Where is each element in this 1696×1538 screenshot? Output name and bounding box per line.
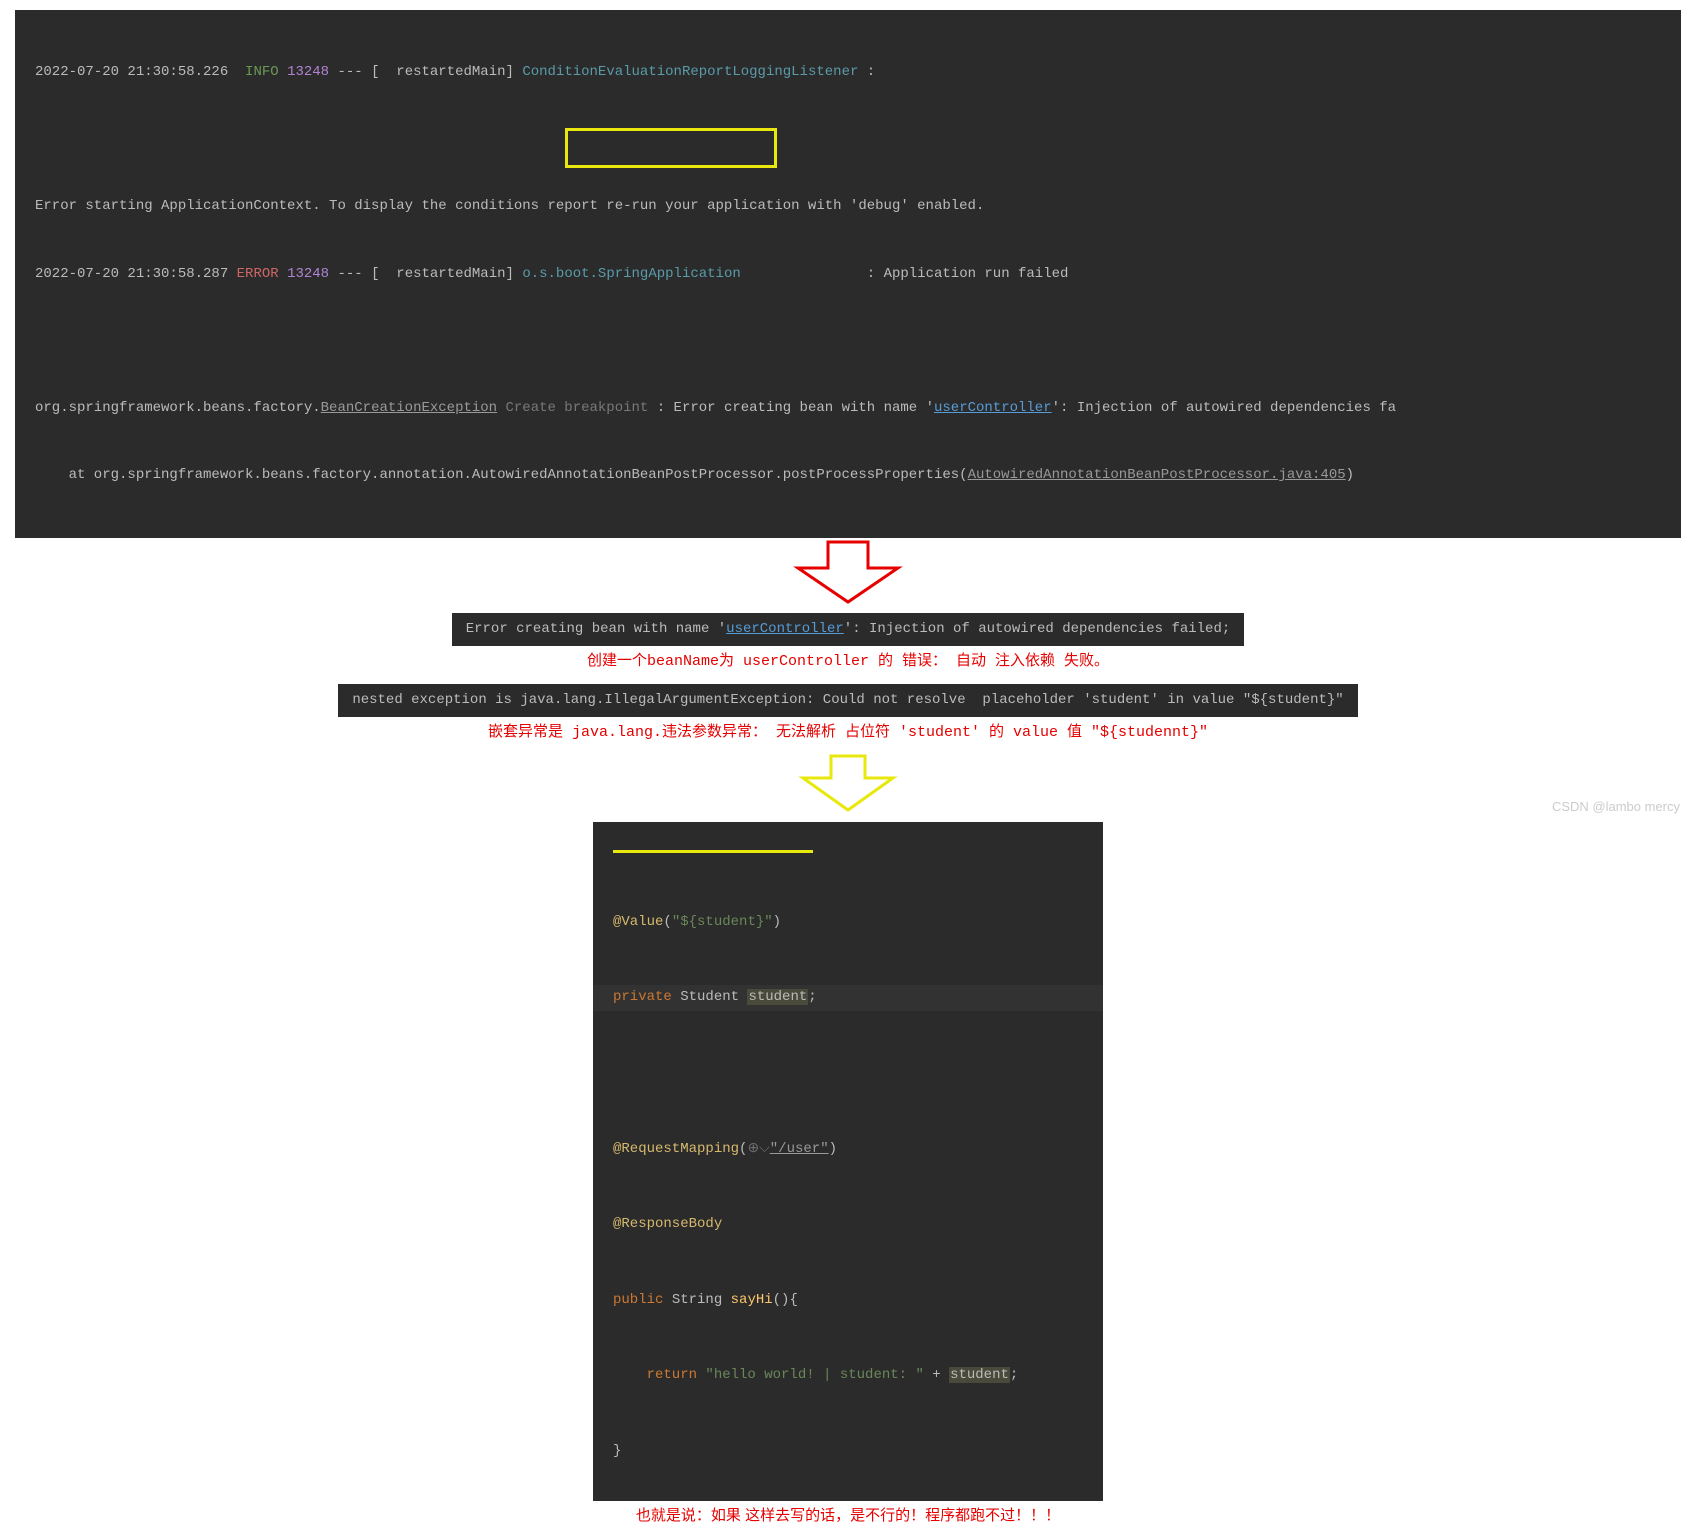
snippet1-bean-link[interactable]: userController (726, 621, 844, 637)
code-block: @Value("${student}") private Student stu… (593, 822, 1103, 1501)
stack-suffix: ) (1346, 467, 1354, 483)
log-pid: 13248 (287, 64, 329, 80)
create-breakpoint-hint[interactable]: Create breakpoint (497, 400, 657, 416)
error-snippet-2: nested exception is java.lang.IllegalArg… (338, 684, 1357, 717)
log-logger: ConditionEvaluationReportLoggingListener (522, 64, 858, 80)
log-line-3: 2022-07-20 21:30:58.287 ERROR 13248 --- … (35, 262, 1661, 287)
url-gutter-icon[interactable]: ⊕⌵ (747, 1141, 769, 1157)
snippet-row-1: Error creating bean with name 'userContr… (0, 613, 1696, 646)
timestamp: 2022-07-20 21:30:58.287 (35, 266, 228, 282)
exception-link[interactable]: BeanCreationException (321, 400, 497, 416)
snippet-row-2: nested exception is java.lang.IllegalArg… (0, 684, 1696, 717)
error-snippet-1: Error creating bean with name 'userContr… (452, 613, 1245, 646)
log-tail: : (858, 64, 883, 80)
stack-prefix: at org.springframework.beans.factory.ann… (35, 467, 968, 483)
log-pid: 13248 (287, 266, 329, 282)
var-student-usage: student (949, 1367, 1010, 1383)
code-line-6: public String sayHi(){ (593, 1288, 1103, 1313)
code-line-7: return "hello world! | student: " + stud… (593, 1363, 1103, 1388)
timestamp: 2022-07-20 21:30:58.226 (35, 64, 228, 80)
log-level-info: INFO (245, 64, 279, 80)
exception-suffix: ': Injection of autowired dependencies f… (1052, 400, 1396, 416)
exception-prefix: org.springframework.beans.factory. (35, 400, 321, 416)
log-line-blank-2 (35, 329, 1661, 354)
snippet1-pre: Error creating bean with name ' (466, 621, 726, 637)
bean-link[interactable]: userController (934, 400, 1052, 416)
annotation-requestmapping: @RequestMapping (613, 1141, 739, 1157)
log-line-1: 2022-07-20 21:30:58.226 INFO 13248 --- [… (35, 60, 1661, 85)
yellow-underline-annotation (613, 850, 813, 853)
console-log-block: 2022-07-20 21:30:58.226 INFO 13248 --- [… (15, 10, 1681, 538)
code-line-1: @Value("${student}") (593, 910, 1103, 935)
log-line-blank (35, 127, 1661, 152)
method-sayhi: sayHi (731, 1292, 773, 1308)
log-dashes: --- [ restartedMain] (329, 266, 522, 282)
log-line-4: org.springframework.beans.factory.BeanCr… (35, 396, 1661, 421)
code-line-8: } (593, 1439, 1103, 1464)
code-line-blank (593, 1061, 1103, 1086)
exception-mid: : Error creating bean with name ' (657, 400, 934, 416)
yellow-arrow-icon (0, 754, 1696, 814)
code-line-2[interactable]: private Student student; (593, 985, 1103, 1010)
log-tail: : Application run failed (858, 266, 1068, 282)
annotation-2: 嵌套异常是 java.lang.违法参数异常： 无法解析 占位符 'studen… (0, 721, 1696, 745)
log-line-2: Error starting ApplicationContext. To di… (35, 194, 1661, 219)
stack-link[interactable]: AutowiredAnnotationBeanPostProcessor.jav… (968, 467, 1346, 483)
log-line-5: at org.springframework.beans.factory.ann… (35, 463, 1661, 488)
log-dashes: --- [ restartedMain] (329, 64, 522, 80)
field-student: student (747, 989, 808, 1005)
value-string: "${student}" (672, 914, 773, 930)
annotation-value: @Value (613, 914, 663, 930)
annotation-3: 也就是说：如果 这样去写的话，是不行的！程序都跑不过！！！ (0, 1505, 1696, 1528)
yellow-highlight-box (565, 128, 777, 168)
code-line-5: @ResponseBody (593, 1212, 1103, 1237)
log-logger: o.s.boot.SpringApplication (522, 266, 858, 282)
log-level-error: ERROR (237, 266, 279, 282)
snippet1-post: ': Injection of autowired dependencies f… (844, 621, 1230, 637)
annotation-1: 创建一个beanName为 userController 的 错误： 自动 注入… (0, 650, 1696, 674)
mapping-path: "/user" (770, 1141, 829, 1157)
watermark-text: CSDN @lambo mercy (1552, 797, 1680, 817)
code-line-4: @RequestMapping(⊕⌵"/user") (593, 1137, 1103, 1162)
red-arrow-icon (0, 540, 1696, 605)
annotation-responsebody: @ResponseBody (613, 1216, 722, 1232)
